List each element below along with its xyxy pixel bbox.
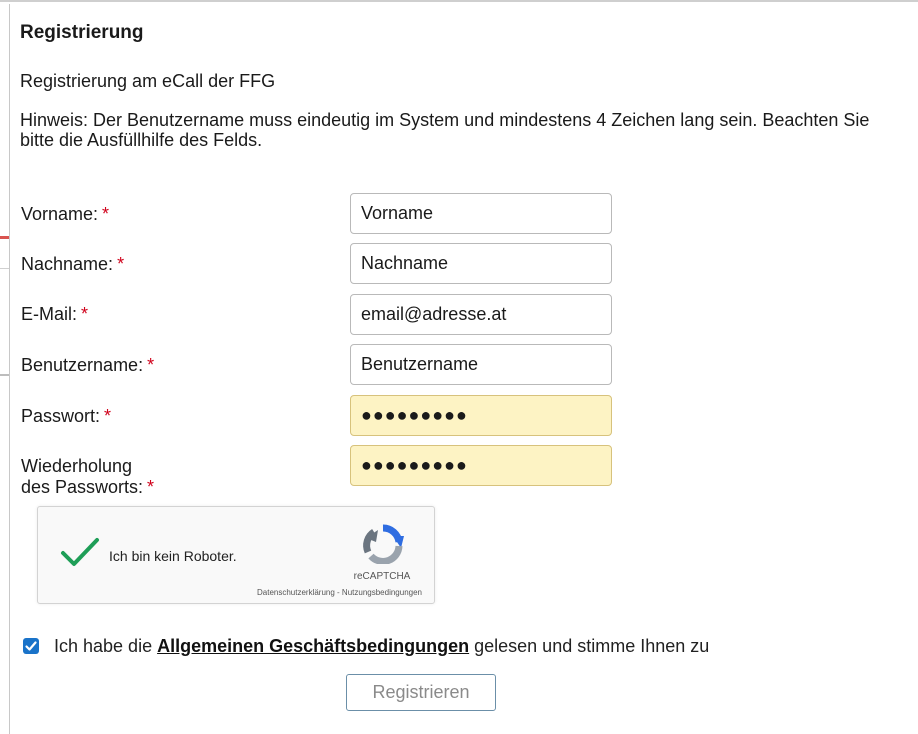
required-marker: *: [147, 477, 155, 497]
registration-dialog: Registrierung Registrierung am eCall der…: [9, 4, 918, 734]
dialog-subtitle: Registrierung am eCall der FFG: [20, 71, 276, 91]
password-repeat-value: ●●●●●●●●●: [361, 455, 468, 475]
first-name-input[interactable]: Vorname: [350, 193, 612, 234]
agb-text: Ich habe die Allgemeinen Geschäftsbeding…: [54, 636, 709, 657]
register-button[interactable]: Registrieren: [346, 674, 496, 711]
agb-link[interactable]: Allgemeinen Geschäftsbedingungen: [157, 636, 469, 656]
dialog-title: Registrierung: [20, 22, 144, 43]
username-value: Benutzername: [361, 354, 479, 374]
required-marker: *: [117, 254, 125, 274]
password-value: ●●●●●●●●●: [361, 405, 468, 425]
password-repeat-label-line1: Wiederholung: [21, 456, 133, 476]
password-input[interactable]: ●●●●●●●●●: [350, 395, 612, 436]
email-value: email@adresse.at: [361, 304, 507, 324]
email-input[interactable]: email@adresse.at: [350, 294, 612, 335]
last-name-value: Nachname: [361, 253, 449, 273]
agb-checkbox[interactable]: [23, 638, 39, 654]
last-name-label: Nachname: *: [21, 254, 124, 275]
last-name-input[interactable]: Nachname: [350, 243, 612, 284]
required-marker: *: [102, 204, 110, 224]
username-input[interactable]: Benutzername: [350, 344, 612, 385]
checkbox-check-icon: [25, 641, 37, 651]
recaptcha-widget: Ich bin kein Roboter. reCAPTCHA Datensch…: [37, 506, 435, 604]
first-name-label-text: Vorname:: [21, 204, 99, 224]
username-hint: Hinweis: Der Benutzername muss eindeutig…: [20, 110, 870, 150]
recaptcha-label: Ich bin kein Roboter.: [109, 548, 237, 564]
agb-text-after: gelesen und stimme Ihnen zu: [469, 636, 710, 656]
recaptcha-logo-icon: [360, 524, 406, 565]
username-label: Benutzername: *: [21, 355, 154, 376]
required-marker: *: [104, 406, 112, 426]
first-name-label: Vorname: *: [21, 204, 109, 225]
password-repeat-input[interactable]: ●●●●●●●●●: [350, 445, 612, 486]
password-repeat-label-line2: des Passworts:: [21, 477, 144, 497]
password-repeat-label: Wiederholung des Passworts: *: [21, 456, 154, 498]
recaptcha-brand: reCAPTCHA: [353, 571, 411, 582]
password-label-text: Passwort:: [21, 406, 101, 426]
last-name-label-text: Nachname:: [21, 254, 114, 274]
agb-text-before: Ich habe die: [54, 636, 158, 656]
username-label-text: Benutzername:: [21, 355, 144, 375]
first-name-value: Vorname: [361, 203, 434, 223]
email-label: E-Mail: *: [21, 304, 88, 325]
email-label-text: E-Mail:: [21, 304, 78, 324]
password-label: Passwort: *: [21, 406, 111, 427]
required-marker: *: [147, 355, 155, 375]
recaptcha-checkmark-icon[interactable]: [60, 537, 100, 567]
required-marker: *: [81, 304, 89, 324]
recaptcha-links[interactable]: Datenschutzerklärung - Nutzungsbedingung…: [200, 588, 422, 597]
background-page-edge: [0, 0, 918, 2]
